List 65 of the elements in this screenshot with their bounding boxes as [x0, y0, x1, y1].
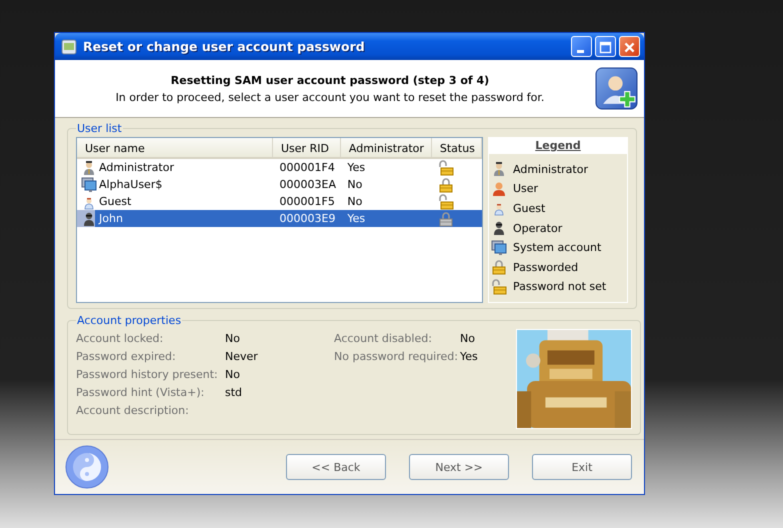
minimize-icon [577, 50, 584, 53]
legend-label: Password not set [513, 280, 606, 294]
table-cell: 000003EA [280, 178, 336, 191]
operator-icon [491, 220, 507, 236]
legend-label: Administrator [513, 162, 588, 176]
operator-icon [81, 210, 97, 226]
user-row[interactable]: John 000003E9 Yes [77, 210, 482, 227]
yin-yang-icon [65, 445, 109, 489]
app-icon [61, 38, 77, 54]
user-icon [491, 180, 507, 197]
open-lock-icon [491, 278, 507, 295]
property-label: Account disabled: [334, 332, 433, 344]
property-value: No [225, 332, 240, 344]
lock-icon [491, 259, 507, 276]
table-cell: Yes [347, 161, 366, 174]
property-value: No [225, 368, 240, 380]
legend-label: Operator [513, 222, 562, 235]
property-value: Never [225, 350, 258, 362]
administrator-icon [81, 160, 97, 176]
group-label: Account properties [76, 314, 182, 327]
property-label: Password history present: [76, 368, 219, 380]
administrator-icon [491, 161, 507, 178]
close-button[interactable] [619, 36, 640, 57]
legend-label: Guest [513, 202, 546, 215]
table-cell: Guest [99, 194, 132, 208]
property-label: Account description: [76, 404, 190, 416]
property-label: Account locked: [76, 332, 164, 344]
property-value: Yes [460, 350, 478, 362]
legend-label: User [513, 182, 538, 196]
table-cell: 000001F5 [280, 195, 335, 208]
computer-icon [81, 176, 97, 192]
minimize-button[interactable] [571, 36, 592, 57]
property-label: Password hint (Vista+): [76, 386, 206, 398]
user-row[interactable]: Guest 000001F5 No [77, 193, 482, 210]
step-title: Resetting SAM user account password (step 3 of 4) [170, 74, 490, 86]
property-label: No password required: [334, 350, 459, 362]
user-row[interactable]: AlphaUser$ 000003EA No [77, 176, 482, 193]
column-header[interactable]: Administrator [340, 138, 432, 158]
column-header[interactable]: User RID [272, 138, 340, 158]
property-value: No [460, 332, 475, 344]
maximize-button[interactable] [595, 36, 616, 57]
window-title: Reset or change user account password [83, 39, 366, 54]
table-cell: No [347, 178, 362, 191]
computer-icon [491, 240, 507, 256]
table-cell: AlphaUser$ [99, 178, 162, 191]
group-label: User list [76, 122, 123, 135]
legend-title: Legend [489, 138, 627, 154]
table-cell: John [99, 212, 123, 225]
column-header[interactable]: User name [77, 138, 272, 158]
column-header[interactable]: Status [431, 138, 482, 158]
legend-label: Passworded [513, 260, 578, 274]
property-label: Password expired: [76, 350, 177, 362]
table-cell: Yes [347, 212, 366, 225]
step-instructions: In order to proceed, select a user account you want to reset the password for. [114, 90, 546, 104]
add-user-icon [595, 67, 638, 110]
user-row[interactable]: Administrator 000001F4 Yes [77, 158, 482, 176]
table-cell: 000001F4 [280, 161, 335, 174]
table-cell: Administrator [99, 160, 174, 174]
wizard-button[interactable]: << Back [286, 454, 386, 480]
legend-label: System account [513, 241, 602, 254]
property-value: std [225, 386, 242, 398]
wizard-button[interactable]: Next >> [409, 454, 509, 480]
wizard-button[interactable]: Exit [532, 454, 632, 480]
table-cell: 000003E9 [280, 212, 336, 225]
table-cell: No [347, 195, 362, 208]
